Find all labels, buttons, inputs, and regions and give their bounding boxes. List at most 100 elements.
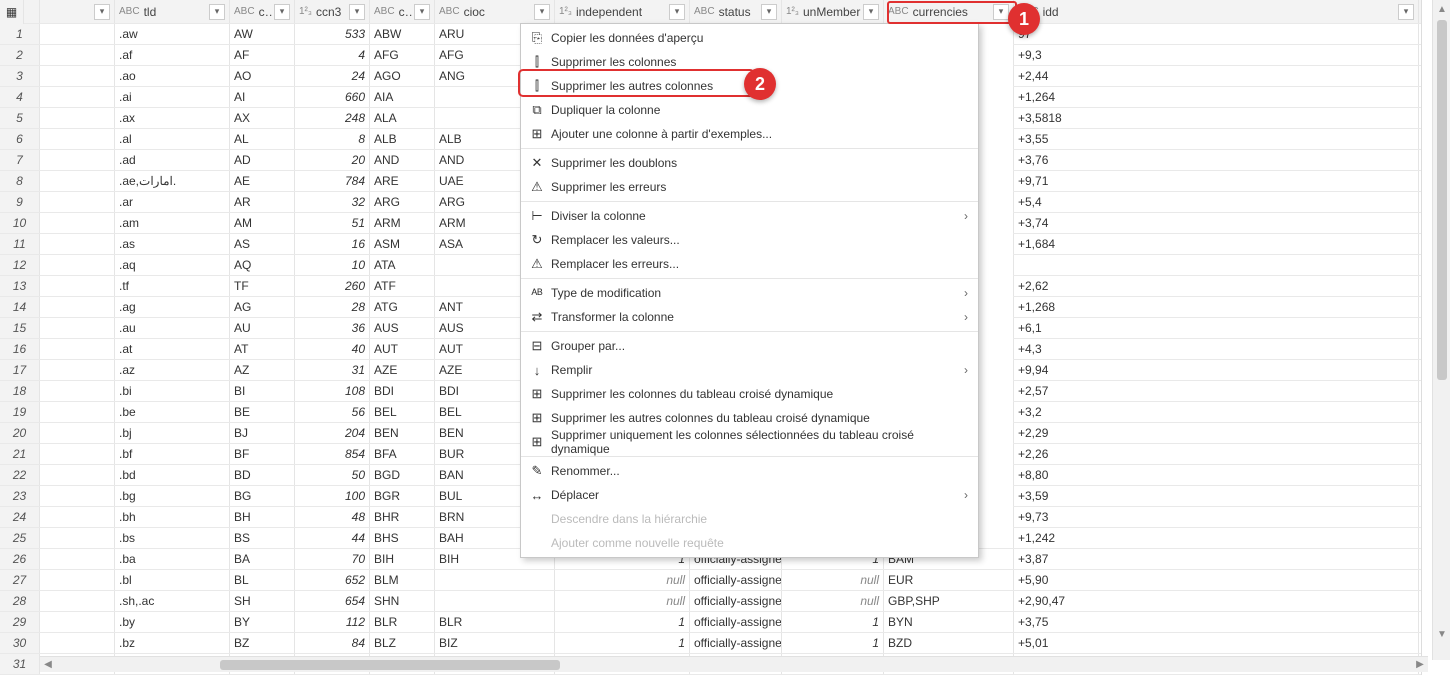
menu-icon: ⊞: [527, 386, 547, 402]
column-independent[interactable]: 1²₃independent▾: [555, 0, 690, 23]
menu-icon: ⊢: [527, 208, 547, 224]
menu-icon: ⊞: [527, 410, 547, 426]
scroll-left-icon[interactable]: ◀: [40, 657, 56, 673]
row-number: 16: [0, 339, 40, 359]
table-row[interactable]: 27.blBL652BLMnullofficially-assignednull…: [0, 570, 1421, 591]
dropdown-icon[interactable]: ▾: [761, 4, 777, 20]
menu-label: Dupliquer la colonne: [547, 103, 968, 117]
menu-item[interactable]: ↻Remplacer les valeurs...: [521, 228, 978, 252]
row-number: 31: [0, 654, 40, 674]
menu-icon: ⇄: [527, 309, 547, 325]
menu-item[interactable]: ↔Déplacer›: [521, 483, 978, 507]
row-number: 30: [0, 633, 40, 653]
horizontal-scrollbar[interactable]: ◀ ▶: [40, 656, 1428, 672]
submenu-arrow-icon: ›: [964, 310, 968, 324]
menu-icon: ⚠: [527, 179, 547, 195]
menu-item[interactable]: ⊟Grouper par...: [521, 334, 978, 358]
dropdown-icon[interactable]: ▾: [993, 4, 1009, 20]
scroll-right-icon[interactable]: ▶: [1412, 657, 1428, 673]
row-number: 1: [0, 24, 40, 44]
menu-item[interactable]: ⧉Dupliquer la colonne: [521, 98, 978, 122]
menu-icon: ↻: [527, 232, 547, 248]
menu-icon: ↓: [527, 363, 547, 378]
menu-item: Descendre dans la hiérarchie: [521, 507, 978, 531]
menu-item[interactable]: ⚠Supprimer les erreurs: [521, 175, 978, 199]
column-unMember[interactable]: 1²₃unMember▾: [782, 0, 884, 23]
menu-item[interactable]: ⎘Copier les données d'aperçu: [521, 26, 978, 50]
menu-label: Supprimer les colonnes du tableau croisé…: [547, 387, 968, 401]
row-number: 6: [0, 129, 40, 149]
dropdown-icon[interactable]: ▾: [274, 4, 290, 20]
menu-label: Type de modification: [547, 286, 964, 300]
menu-label: Supprimer les erreurs: [547, 180, 968, 194]
column-currencies[interactable]: ABCcurrencies▾: [884, 0, 1014, 23]
row-number: 9: [0, 192, 40, 212]
row-number: 20: [0, 423, 40, 443]
row-number: 4: [0, 87, 40, 107]
row-number: 21: [0, 444, 40, 464]
column-idd[interactable]: ABCidd▾: [1014, 0, 1419, 23]
table-row[interactable]: 29.byBY112BLRBLR1officially-assigned1BYN…: [0, 612, 1421, 633]
scroll-down-icon[interactable]: ▼: [1433, 625, 1450, 643]
menu-label: Remplir: [547, 363, 964, 377]
row-number: 2: [0, 45, 40, 65]
row-number: 13: [0, 276, 40, 296]
column-cca3[interactable]: ABCcca3▾: [370, 0, 435, 23]
menu-item[interactable]: ⚠Remplacer les erreurs...: [521, 252, 978, 276]
vertical-scrollbar[interactable]: ▲ ▼: [1432, 0, 1450, 660]
menu-item[interactable]: ⊞Supprimer les colonnes du tableau crois…: [521, 382, 978, 406]
table-icon[interactable]: ▦: [0, 0, 24, 24]
row-number: 24: [0, 507, 40, 527]
menu-icon: ⎘: [527, 30, 547, 46]
table-row[interactable]: 30.bzBZ84BLZBIZ1officially-assigned1BZD+…: [0, 633, 1421, 654]
submenu-arrow-icon: ›: [964, 363, 968, 377]
column-blank[interactable]: ▾: [40, 0, 115, 23]
menu-item[interactable]: ⊢Diviser la colonne›: [521, 204, 978, 228]
row-number: 22: [0, 465, 40, 485]
column-cioc[interactable]: ABCcioc▾: [435, 0, 555, 23]
column-header-row: ▦ ▾ ABCtld▾ ABCcca2▾ 1²₃ccn3▾ ABCcca3▾ A…: [0, 0, 1421, 24]
menu-label: Copier les données d'aperçu: [547, 31, 968, 45]
row-number: 17: [0, 360, 40, 380]
dropdown-icon[interactable]: ▾: [349, 4, 365, 20]
menu-label: Transformer la colonne: [547, 310, 964, 324]
menu-label: Renommer...: [547, 464, 968, 478]
row-number: 8: [0, 171, 40, 191]
column-tld[interactable]: ABCtld▾: [115, 0, 230, 23]
annotation-badge-1: 1: [1008, 3, 1040, 35]
menu-item[interactable]: ⊞Supprimer uniquement les colonnes sélec…: [521, 430, 978, 454]
column-cca2[interactable]: ABCcca2▾: [230, 0, 295, 23]
dropdown-icon[interactable]: ▾: [669, 4, 685, 20]
row-number: 26: [0, 549, 40, 569]
menu-item[interactable]: ✕Supprimer les doublons: [521, 151, 978, 175]
dropdown-icon[interactable]: ▾: [414, 4, 430, 20]
menu-icon: ⊟: [527, 338, 547, 354]
menu-icon: ⧉: [527, 102, 547, 118]
annotation-badge-2: 2: [744, 68, 776, 100]
menu-icon: ⫿: [527, 54, 547, 70]
dropdown-icon[interactable]: ▾: [534, 4, 550, 20]
row-number: 3: [0, 66, 40, 86]
menu-item[interactable]: ᴬᴮType de modification›: [521, 281, 978, 305]
column-status[interactable]: ABCstatus▾: [690, 0, 782, 23]
scroll-thumb[interactable]: [220, 660, 560, 670]
row-number: 5: [0, 108, 40, 128]
dropdown-icon[interactable]: ▾: [94, 4, 110, 20]
table-row[interactable]: 28.sh,.acSH654SHNnullofficially-assigned…: [0, 591, 1421, 612]
submenu-arrow-icon: ›: [964, 286, 968, 300]
scroll-up-icon[interactable]: ▲: [1433, 0, 1450, 18]
menu-item[interactable]: ⊞Ajouter une colonne à partir d'exemples…: [521, 122, 978, 146]
menu-item[interactable]: ⊞Supprimer les autres colonnes du tablea…: [521, 406, 978, 430]
menu-label: Grouper par...: [547, 339, 968, 353]
menu-item[interactable]: ⇄Transformer la colonne›: [521, 305, 978, 329]
menu-label: Supprimer les doublons: [547, 156, 968, 170]
column-ccn3[interactable]: 1²₃ccn3▾: [295, 0, 370, 23]
scroll-thumb[interactable]: [1437, 20, 1447, 380]
dropdown-icon[interactable]: ▾: [863, 4, 879, 20]
menu-label: Remplacer les valeurs...: [547, 233, 968, 247]
menu-item[interactable]: ✎Renommer...: [521, 459, 978, 483]
dropdown-icon[interactable]: ▾: [209, 4, 225, 20]
dropdown-icon[interactable]: ▾: [1398, 4, 1414, 20]
menu-item[interactable]: ↓Remplir›: [521, 358, 978, 382]
menu-label: Remplacer les erreurs...: [547, 257, 968, 271]
